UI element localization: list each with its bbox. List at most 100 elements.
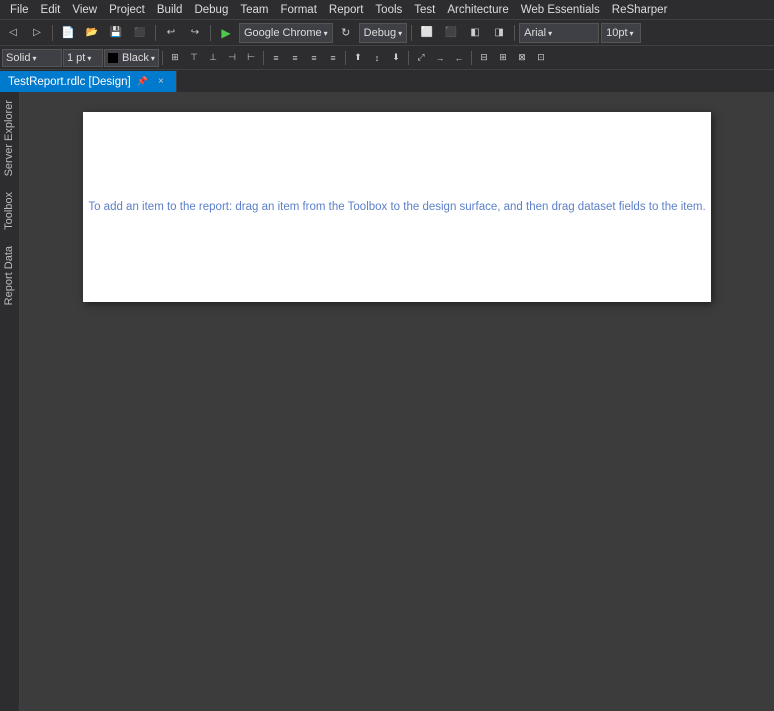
border-width-chevron-icon bbox=[87, 52, 91, 64]
main-area: Server Explorer Toolbox Report Data To a… bbox=[0, 92, 774, 711]
browser-label: Google Chrome bbox=[244, 27, 322, 39]
sidebar-server-explorer[interactable]: Server Explorer bbox=[0, 92, 19, 184]
format-toolbar: Solid 1 pt Black ⊞ ⊤ ⊥ ⊣ ⊢ ≡ ≡ ≡ ≡ bbox=[0, 46, 774, 70]
valign-bottom-icon: ⬇ bbox=[392, 52, 400, 63]
undo-icon: ↩ bbox=[167, 27, 175, 38]
menu-web-essentials[interactable]: Web Essentials bbox=[515, 2, 606, 18]
menu-test[interactable]: Test bbox=[408, 2, 441, 18]
close-tab-button[interactable]: × bbox=[154, 75, 168, 89]
border-bottom-icon: ⊥ bbox=[209, 52, 217, 63]
open-button[interactable]: 📂 bbox=[81, 23, 103, 43]
browser-dropdown[interactable]: Google Chrome bbox=[239, 23, 333, 43]
valign-middle-button[interactable]: ↕ bbox=[368, 49, 386, 67]
menu-debug[interactable]: Debug bbox=[188, 2, 234, 18]
menu-tools[interactable]: Tools bbox=[369, 2, 408, 18]
align-justify-button[interactable]: ≡ bbox=[324, 49, 342, 67]
valign-top-icon: ⬆ bbox=[354, 52, 362, 63]
more-format-2[interactable]: ⊞ bbox=[494, 49, 512, 67]
left-sidebar: Server Explorer Toolbox Report Data bbox=[0, 92, 20, 711]
menu-format[interactable]: Format bbox=[274, 2, 322, 18]
save-all-button[interactable]: ⬛ bbox=[129, 23, 151, 43]
menu-resharper[interactable]: ReSharper bbox=[606, 2, 674, 18]
size-icon: ⤢ bbox=[417, 52, 424, 63]
font-size-dropdown[interactable]: 10pt bbox=[601, 23, 641, 43]
menu-edit[interactable]: Edit bbox=[35, 2, 67, 18]
border-right-icon: ⊢ bbox=[247, 52, 255, 63]
config-label: Debug bbox=[364, 27, 396, 39]
run-button[interactable]: ▶ bbox=[215, 23, 237, 43]
config-dropdown[interactable]: Debug bbox=[359, 23, 407, 43]
border-bottom-button[interactable]: ⊥ bbox=[204, 49, 222, 67]
separator-5 bbox=[514, 25, 515, 41]
font-size-chevron-icon bbox=[630, 27, 634, 39]
size-to-grid-button[interactable]: ⤢ bbox=[412, 49, 430, 67]
valign-bottom-button[interactable]: ⬇ bbox=[387, 49, 405, 67]
border-all-button[interactable]: ⊞ bbox=[166, 49, 184, 67]
font-dropdown[interactable]: Arial bbox=[519, 23, 599, 43]
border-left-icon: ⊣ bbox=[228, 52, 236, 63]
menu-report[interactable]: Report bbox=[323, 2, 370, 18]
align-left-button[interactable]: ≡ bbox=[267, 49, 285, 67]
menu-project[interactable]: Project bbox=[103, 2, 151, 18]
undo-button[interactable]: ↩ bbox=[160, 23, 182, 43]
new-project-icon: 📄 bbox=[61, 26, 75, 39]
align-left-icon: ≡ bbox=[273, 53, 278, 63]
border-color-label: Black bbox=[122, 52, 149, 64]
open-icon: 📂 bbox=[86, 27, 98, 38]
pin-icon[interactable]: 📌 bbox=[137, 76, 148, 87]
border-style-label: Solid bbox=[6, 52, 30, 64]
save-button[interactable]: 💾 bbox=[105, 23, 127, 43]
menu-file[interactable]: File bbox=[4, 2, 35, 18]
more-format-4[interactable]: ⊡ bbox=[532, 49, 550, 67]
more-format-icon-4: ⊡ bbox=[537, 52, 545, 63]
new-project-button[interactable]: 📄 bbox=[57, 23, 79, 43]
more-format-1[interactable]: ⊟ bbox=[475, 49, 493, 67]
sidebar-toolbox[interactable]: Toolbox bbox=[0, 184, 19, 238]
forward-button[interactable]: ▷ bbox=[26, 23, 48, 43]
window-btn-3[interactable]: ◧ bbox=[464, 23, 486, 43]
border-left-button[interactable]: ⊣ bbox=[223, 49, 241, 67]
main-toolbar: ◁ ▷ 📄 📂 💾 ⬛ ↩ ↪ ▶ Google Chrome ↻ Debug bbox=[0, 20, 774, 46]
tab-title: TestReport.rdlc [Design] bbox=[8, 76, 131, 88]
border-color-dropdown[interactable]: Black bbox=[104, 49, 159, 67]
valign-top-button[interactable]: ⬆ bbox=[349, 49, 367, 67]
align-center-icon: ≡ bbox=[292, 53, 297, 63]
more-format-3[interactable]: ⊠ bbox=[513, 49, 531, 67]
sidebar-report-data[interactable]: Report Data bbox=[0, 238, 19, 313]
menu-architecture[interactable]: Architecture bbox=[441, 2, 514, 18]
window-icon-4: ◨ bbox=[494, 27, 503, 38]
redo-button[interactable]: ↪ bbox=[184, 23, 206, 43]
fmt-sep-3 bbox=[345, 51, 346, 65]
menu-bar: File Edit View Project Build Debug Team … bbox=[0, 0, 774, 20]
window-btn-2[interactable]: ⬛ bbox=[440, 23, 462, 43]
outdent-button[interactable]: ← bbox=[450, 49, 468, 67]
menu-view[interactable]: View bbox=[66, 2, 103, 18]
border-color-chevron-icon bbox=[151, 52, 155, 64]
font-chevron-icon bbox=[548, 27, 552, 39]
align-right-button[interactable]: ≡ bbox=[305, 49, 323, 67]
back-button[interactable]: ◁ bbox=[2, 23, 24, 43]
canvas-area[interactable]: To add an item to the report: drag an it… bbox=[20, 92, 774, 711]
report-canvas: To add an item to the report: drag an it… bbox=[83, 112, 711, 302]
window-btn-1[interactable]: ⬜ bbox=[416, 23, 438, 43]
menu-team[interactable]: Team bbox=[234, 2, 274, 18]
play-icon: ▶ bbox=[221, 26, 230, 40]
redo-icon: ↪ bbox=[191, 27, 199, 38]
config-chevron-icon bbox=[398, 27, 402, 39]
window-btn-4[interactable]: ◨ bbox=[488, 23, 510, 43]
indent-button[interactable]: → bbox=[431, 49, 449, 67]
align-center-button[interactable]: ≡ bbox=[286, 49, 304, 67]
align-right-icon: ≡ bbox=[311, 53, 316, 63]
menu-build[interactable]: Build bbox=[151, 2, 189, 18]
border-top-button[interactable]: ⊤ bbox=[185, 49, 203, 67]
save-all-icon: ⬛ bbox=[134, 27, 145, 38]
border-right-button[interactable]: ⊢ bbox=[242, 49, 260, 67]
refresh-button[interactable]: ↻ bbox=[335, 23, 357, 43]
border-style-dropdown[interactable]: Solid bbox=[2, 49, 62, 67]
separator-3 bbox=[210, 25, 211, 41]
separator-1 bbox=[52, 25, 53, 41]
browser-chevron-icon bbox=[324, 27, 328, 39]
border-width-dropdown[interactable]: 1 pt bbox=[63, 49, 103, 67]
valign-middle-icon: ↕ bbox=[375, 53, 380, 63]
design-tab[interactable]: TestReport.rdlc [Design] 📌 × bbox=[0, 71, 177, 92]
